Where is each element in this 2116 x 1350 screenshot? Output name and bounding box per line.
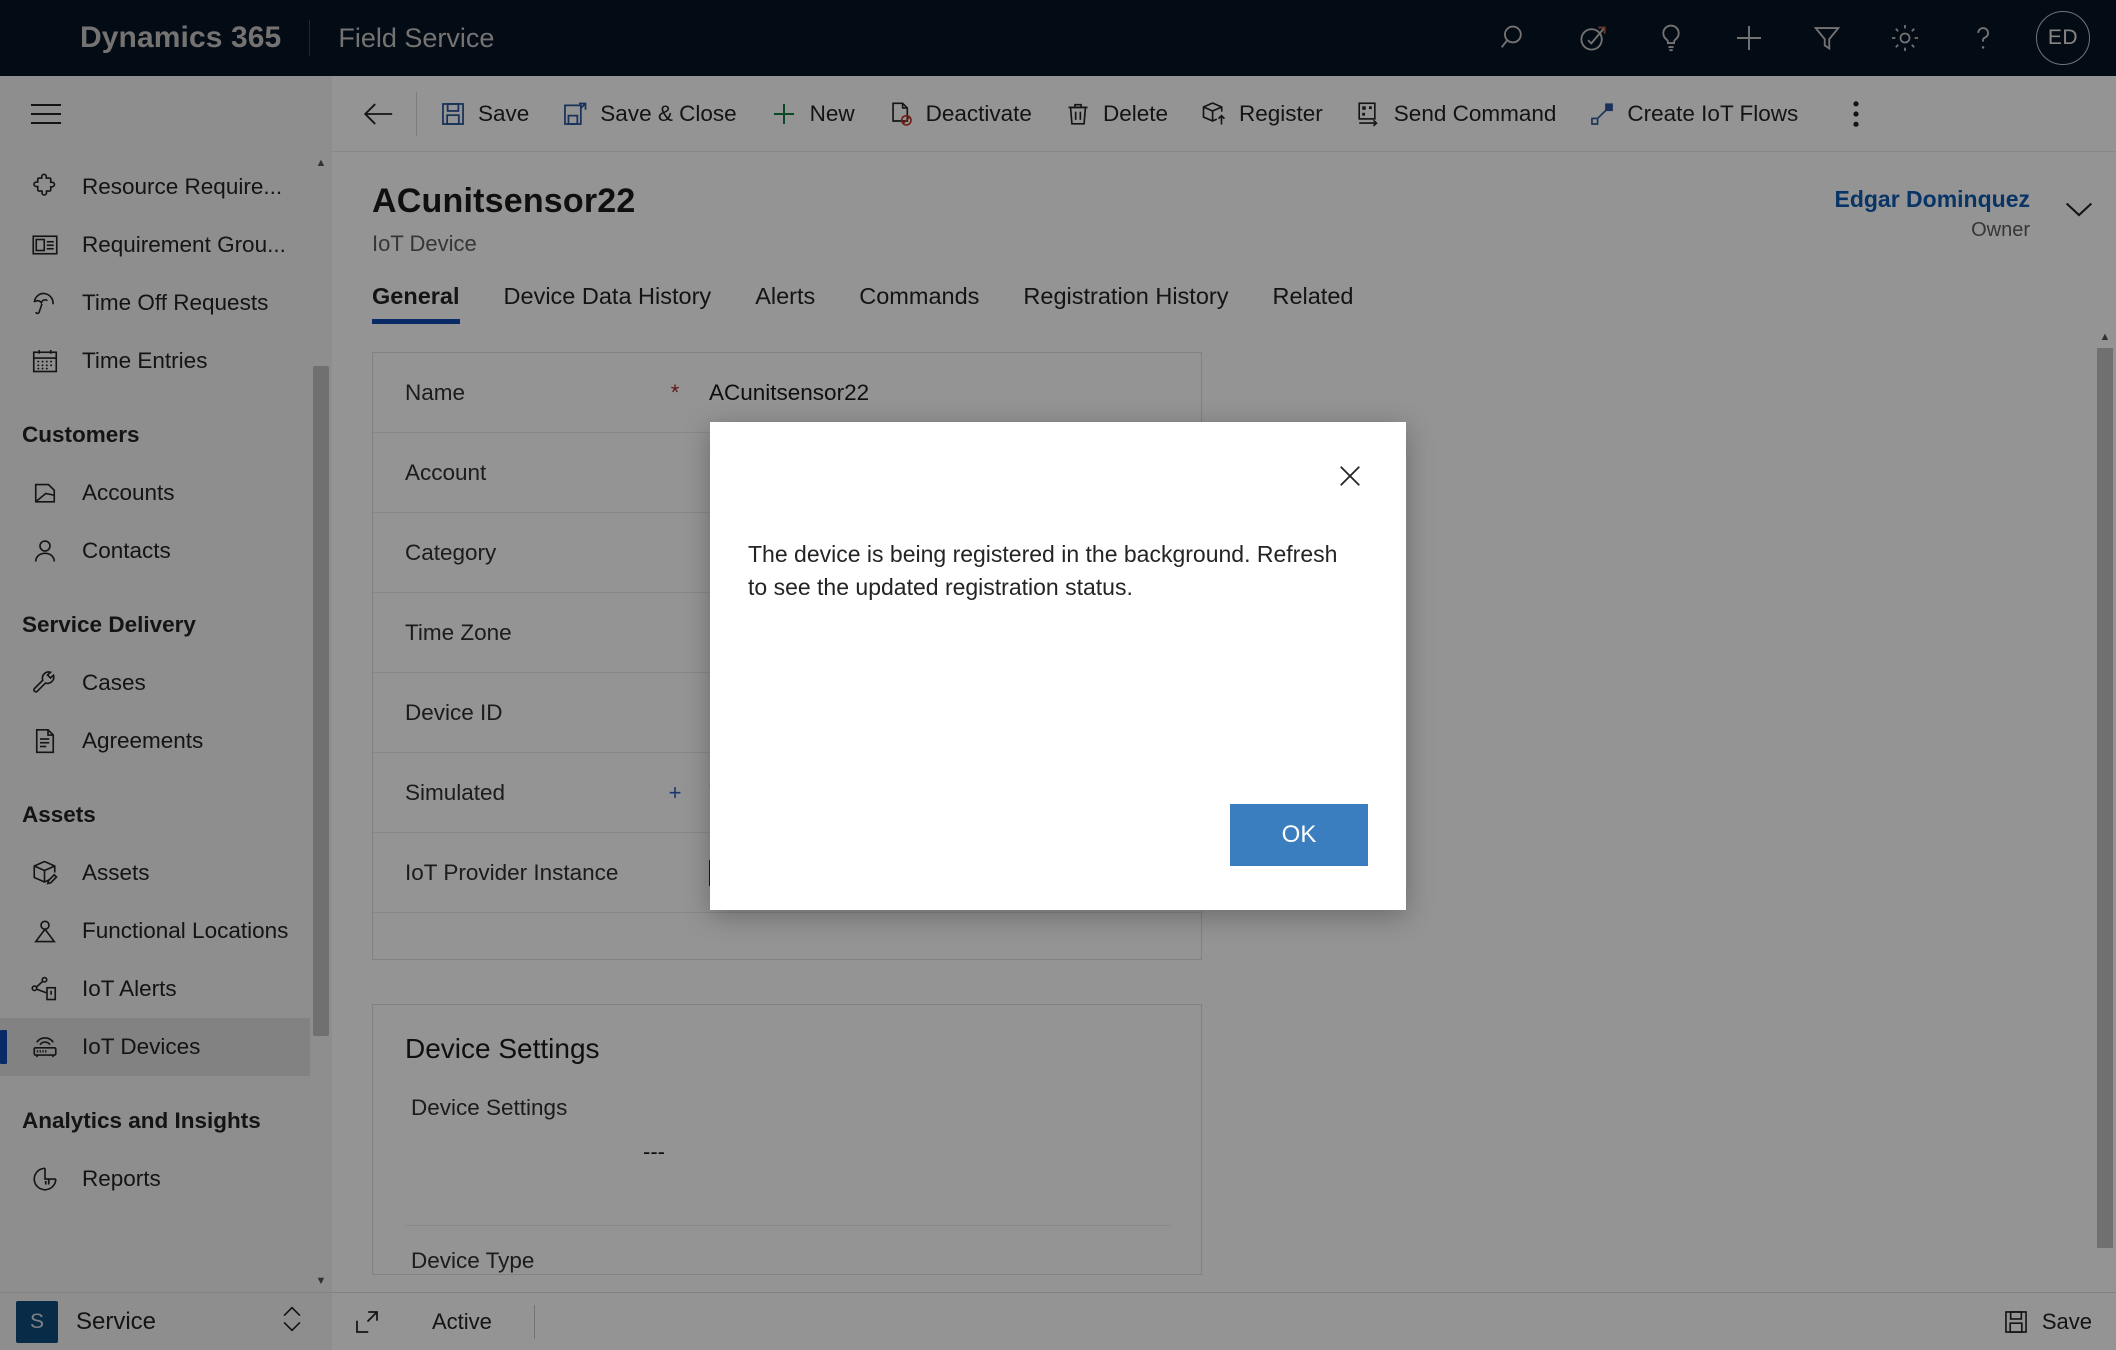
dialog-message: The device is being registered in the ba… [748, 541, 1338, 601]
close-icon[interactable] [1324, 450, 1376, 502]
registration-dialog: The device is being registered in the ba… [710, 422, 1406, 910]
ok-button[interactable]: OK [1230, 804, 1368, 866]
app-root: Dynamics 365 Field Service ED Resource R… [0, 0, 2116, 1350]
